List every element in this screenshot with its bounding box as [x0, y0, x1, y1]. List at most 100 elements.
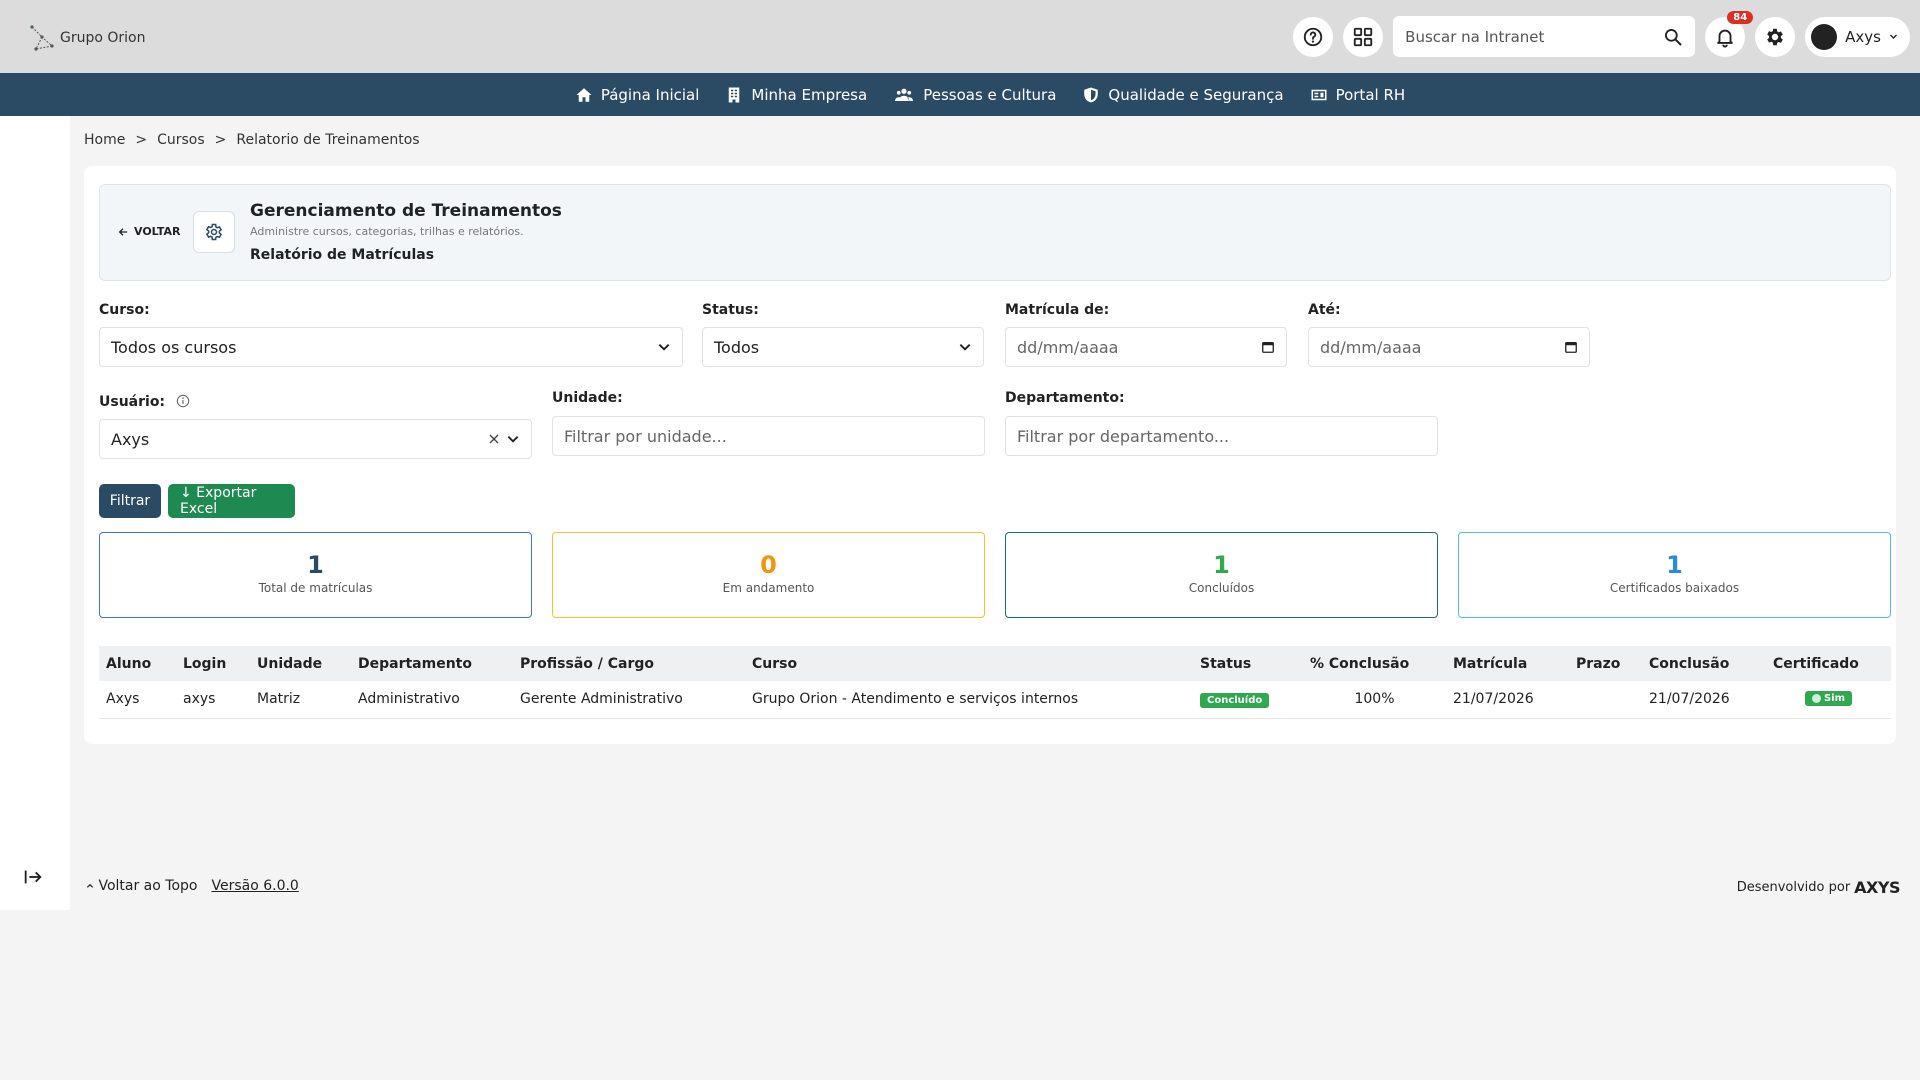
expand-sidebar-icon[interactable]	[22, 866, 44, 888]
departamento-field[interactable]	[1005, 416, 1438, 456]
col-prazo[interactable]: Prazo	[1569, 646, 1642, 681]
nav-item-qualidade-seguranca[interactable]: Qualidade e Segurança	[1082, 85, 1284, 104]
stat-total: 1 Total de matrículas	[99, 532, 532, 618]
breadcrumb-separator: >	[135, 132, 148, 148]
stat-caption: Certificados baixados	[1609, 581, 1740, 595]
breadcrumb-cursos[interactable]: Cursos	[157, 132, 205, 148]
grid-icon	[1353, 27, 1373, 46]
certificate-label: Sim	[1823, 693, 1846, 705]
gear-icon	[1767, 28, 1783, 45]
export-excel-button[interactable]: ↓ Exportar Excel	[168, 484, 295, 518]
ate-date-field[interactable]	[1308, 327, 1590, 367]
info-icon[interactable]	[176, 394, 190, 408]
page-title: Gerenciamento de Treinamentos	[250, 201, 562, 221]
calendar-icon[interactable]	[1564, 340, 1578, 354]
nav-label: Pessoas e Cultura	[923, 85, 1057, 104]
back-to-top-link[interactable]: Voltar ao Topo	[86, 878, 197, 894]
main-card: VOLTAR Gerenciamento de Treinamentos Adm…	[84, 166, 1896, 744]
nav-label: Qualidade e Segurança	[1108, 85, 1284, 104]
col-unidade[interactable]: Unidade	[250, 646, 351, 681]
col-aluno[interactable]: Aluno	[99, 646, 176, 681]
stat-caption: Em andamento	[722, 581, 815, 595]
col-login[interactable]: Login	[176, 646, 250, 681]
avatar	[1811, 23, 1838, 50]
certificate-badge[interactable]: Sim	[1804, 691, 1853, 707]
stat-concluidos: 1 Concluídos	[1005, 532, 1438, 618]
nav-item-minha-empresa[interactable]: Minha Empresa	[725, 86, 867, 104]
bell-icon	[1717, 29, 1733, 48]
nav-item-pagina-inicial[interactable]: Página Inicial	[575, 86, 699, 104]
departamento-label: Departamento:	[1005, 390, 1125, 406]
usuario-select[interactable]: Axys	[99, 419, 532, 459]
matricula-de-date-field[interactable]	[1005, 327, 1287, 367]
status-select[interactable]: Todos	[702, 327, 984, 367]
version-link[interactable]: Versão 6.0.0	[211, 878, 298, 894]
enrollments-table: Aluno Login Unidade Departamento Profiss…	[99, 646, 1891, 719]
curso-label: Curso:	[99, 302, 150, 318]
cell-prazo	[1569, 681, 1642, 719]
cell-conclusao: 21/07/2026	[1642, 681, 1766, 719]
stat-certificados: 1 Certificados baixados	[1458, 532, 1891, 618]
gear-icon	[205, 223, 223, 241]
search-icon[interactable]	[1663, 27, 1683, 47]
top-bar: Grupo Orion 84 Axys	[0, 0, 1920, 73]
curso-value: Todos os cursos	[111, 337, 237, 357]
nav-label: Minha Empresa	[751, 85, 868, 104]
chevron-down-icon	[959, 344, 971, 351]
settings-button[interactable]	[1755, 16, 1796, 57]
cell-certificado: Sim	[1766, 681, 1891, 719]
home-icon	[576, 87, 592, 102]
chevron-down-icon	[1890, 34, 1897, 39]
notifications-button[interactable]: 84	[1705, 10, 1754, 57]
certificate-dot-icon	[1811, 694, 1821, 704]
search-box[interactable]	[1393, 16, 1696, 57]
matricula-de-label: Matrícula de:	[1005, 302, 1110, 318]
table-header-row: Aluno Login Unidade Departamento Profiss…	[99, 646, 1891, 681]
cell-curso: Grupo Orion - Atendimento e serviços int…	[745, 681, 1193, 719]
unidade-field[interactable]	[552, 416, 985, 456]
main-nav: Página Inicial Minha Empresa Pessoas e C…	[0, 73, 1920, 116]
filter-button[interactable]: Filtrar	[99, 484, 161, 518]
stat-caption: Total de matrículas	[258, 581, 373, 595]
user-menu[interactable]: Axys	[1805, 16, 1910, 57]
unidade-input[interactable]	[564, 426, 973, 446]
breadcrumb-home[interactable]: Home	[84, 132, 125, 148]
help-button[interactable]	[1293, 16, 1334, 57]
developed-by-text: Desenvolvido por	[1736, 880, 1851, 895]
col-matricula[interactable]: Matrícula	[1446, 646, 1569, 681]
chevron-down-icon[interactable]	[506, 432, 520, 446]
col-cargo[interactable]: Profissão / Cargo	[513, 646, 745, 681]
chevron-down-icon	[658, 344, 670, 351]
search-input[interactable]	[1405, 27, 1646, 46]
cell-unidade: Matriz	[250, 681, 351, 719]
col-conclusao[interactable]: Conclusão	[1642, 646, 1766, 681]
stat-value: 1	[1666, 551, 1683, 579]
usuario-label: Usuário:	[99, 394, 190, 410]
axys-logo[interactable]: AXYS	[1854, 878, 1900, 897]
ate-input[interactable]	[1320, 337, 1564, 357]
col-certificado[interactable]: Certificado	[1766, 646, 1891, 681]
shield-icon	[1084, 87, 1099, 102]
cell-conclusao-pct: 100%	[1303, 681, 1446, 719]
calendar-icon[interactable]	[1261, 340, 1275, 354]
cell-login: axys	[176, 681, 250, 719]
departamento-input[interactable]	[1017, 426, 1426, 446]
col-departamento[interactable]: Departamento	[351, 646, 513, 681]
logo[interactable]: Grupo Orion	[28, 24, 145, 52]
col-conclusao-pct[interactable]: % Conclusão	[1303, 646, 1446, 681]
breadcrumb: Home > Cursos > Relatorio de Treinamento…	[84, 132, 420, 148]
curso-select[interactable]: Todos os cursos	[99, 327, 683, 367]
status-value: Todos	[714, 337, 760, 357]
nav-item-portal-rh[interactable]: Portal RH	[1310, 85, 1406, 104]
breadcrumb-separator: >	[214, 132, 227, 148]
stat-value: 1	[307, 551, 324, 579]
nav-item-pessoas-cultura[interactable]: Pessoas e Cultura	[893, 86, 1056, 104]
col-status[interactable]: Status	[1193, 646, 1303, 681]
apps-button[interactable]	[1343, 16, 1384, 57]
nav-label: Portal RH	[1335, 85, 1406, 104]
back-button[interactable]: VOLTAR	[118, 225, 181, 238]
clear-icon[interactable]	[488, 433, 500, 445]
matricula-de-input[interactable]	[1017, 337, 1261, 357]
stat-value: 1	[1213, 551, 1230, 579]
col-curso[interactable]: Curso	[745, 646, 1193, 681]
